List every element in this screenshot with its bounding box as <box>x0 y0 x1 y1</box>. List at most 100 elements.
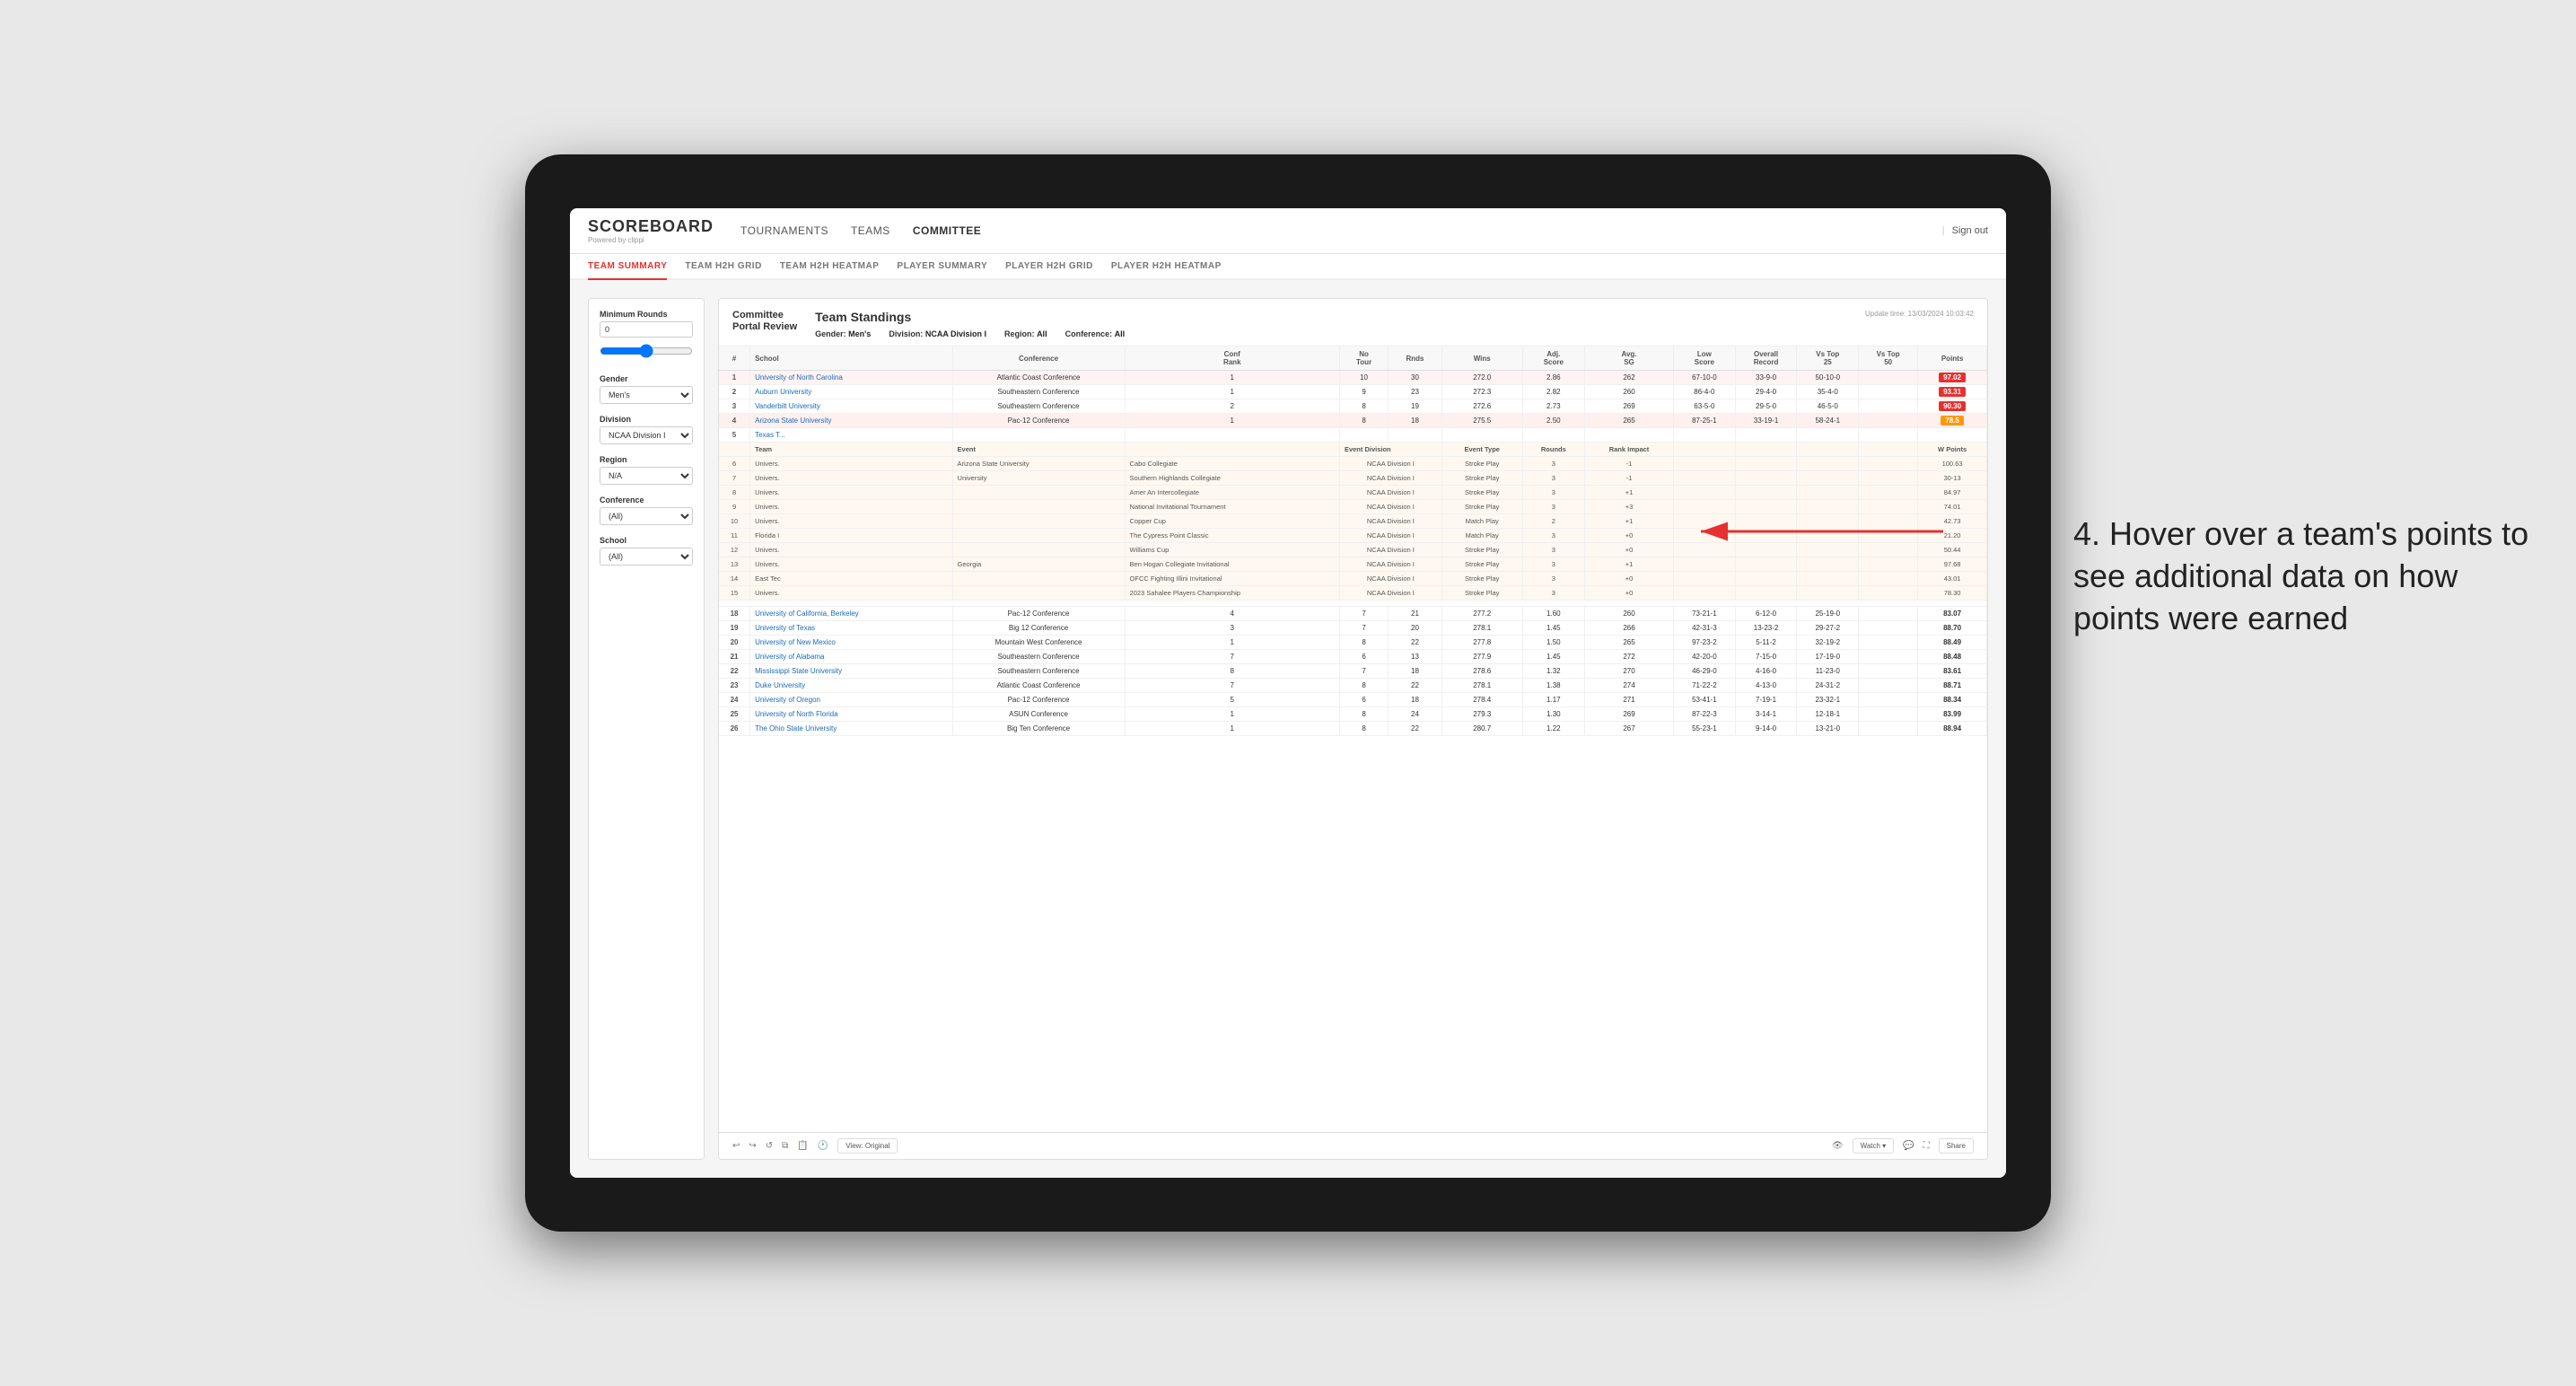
logo-area: SCOREBOARD Powered by clippi <box>588 217 714 244</box>
avg-sg-cell: 262 <box>1584 371 1673 385</box>
col-low-score: LowScore <box>1674 346 1736 371</box>
col-conference: Conference <box>952 346 1125 371</box>
school-select[interactable]: (All) <box>600 548 693 566</box>
sub-row[interactable]: 13 Univers. Georgia Ben Hogan Collegiate… <box>719 557 1987 572</box>
sub-nav-team-summary[interactable]: TEAM SUMMARY <box>588 254 667 280</box>
clock-icon[interactable]: 🕐 <box>818 1141 828 1151</box>
table-row[interactable]: 19 University of Texas Big 12 Conference… <box>719 621 1987 636</box>
table-row[interactable]: 1 University of North Carolina Atlantic … <box>719 371 1987 385</box>
view-original-button[interactable]: View: Original <box>837 1138 898 1154</box>
sub-nav-team-h2h-heatmap[interactable]: TEAM H2H HEATMAP <box>780 254 880 280</box>
table-row[interactable]: 20 University of New Mexico Mountain Wes… <box>719 636 1987 650</box>
content-area: Minimum Rounds Gender Men's Division NC <box>570 280 2006 1178</box>
gender-filter-label: Gender: <box>815 329 846 338</box>
region-label: Region <box>600 455 693 464</box>
view-original-label: View: Original <box>846 1142 889 1150</box>
table-row[interactable]: 25 University of North Florida ASUN Conf… <box>719 707 1987 722</box>
table-row[interactable]: 21 University of Alabama Southeastern Co… <box>719 650 1987 664</box>
table-row[interactable]: 24 University of Oregon Pac-12 Conferenc… <box>719 693 1987 707</box>
sign-out-button[interactable]: Sign out <box>1952 225 1988 236</box>
copy-icon[interactable]: ⧉ <box>782 1141 788 1151</box>
eye-icon[interactable]: 👁 <box>1832 1141 1844 1151</box>
nav-committee[interactable]: COMMITTEE <box>913 221 982 241</box>
gender-select[interactable]: Men's <box>600 386 693 404</box>
app-screen: SCOREBOARD Powered by clippi TOURNAMENTS… <box>570 208 2006 1178</box>
region-filter-value: All <box>1037 329 1047 338</box>
fullscreen-icon[interactable]: ⛶ <box>1923 1141 1930 1151</box>
gender-label: Gender <box>600 374 693 383</box>
report-title-row: Committee Portal Review Team Standings G… <box>732 310 1974 338</box>
table-header-row: # School Conference ConfRank NoTour Rnds… <box>719 346 1987 371</box>
data-table: # School Conference ConfRank NoTour Rnds… <box>719 346 1987 1132</box>
table-row[interactable]: 22 Mississippi State University Southeas… <box>719 664 1987 679</box>
sub-nav-team-h2h-grid[interactable]: TEAM H2H GRID <box>685 254 761 280</box>
redo-icon[interactable]: ↪ <box>749 1141 756 1151</box>
conference-section: Conference (All) <box>600 496 693 525</box>
share-button[interactable]: Share <box>1939 1138 1974 1154</box>
update-time: Update time: 13/03/2024 10:03:42 <box>1865 310 1974 318</box>
no-tour-cell: 10 <box>1339 371 1388 385</box>
school-section: School (All) <box>600 536 693 566</box>
sub-row[interactable]: 8 Univers. Amer An Intercollegiate NCAA … <box>719 486 1987 500</box>
nav-teams[interactable]: TEAMS <box>851 221 890 241</box>
col-no-tour: NoTour <box>1339 346 1388 371</box>
logo-text: SCOREBOARD <box>588 217 714 236</box>
app-header: SCOREBOARD Powered by clippi TOURNAMENTS… <box>570 208 2006 254</box>
points-cell[interactable]: 97.02 <box>1918 371 1987 385</box>
sub-row[interactable]: 15 Univers. 2023 Sahalee Players Champio… <box>719 586 1987 601</box>
school-label: School <box>600 536 693 545</box>
sub-row[interactable]: 6 Univers. Arizona State University Cabo… <box>719 457 1987 471</box>
col-rnds: Rnds <box>1389 346 1442 371</box>
sub-nav-player-summary[interactable]: PLAYER SUMMARY <box>897 254 987 280</box>
min-rounds-slider[interactable] <box>600 340 693 362</box>
col-wins: Wins <box>1441 346 1522 371</box>
header-right: | Sign out <box>1938 225 1988 236</box>
conference-filter-value: All <box>1115 329 1126 338</box>
col-school: School <box>750 346 952 371</box>
comment-icon[interactable]: 💬 <box>1903 1141 1914 1151</box>
col-conf-rank: ConfRank <box>1125 346 1339 371</box>
standings-center: Team Standings Gender: Men's Division: N… <box>797 310 1865 338</box>
conference-filter-label: Conference: <box>1065 329 1113 338</box>
refresh-icon[interactable]: ↺ <box>766 1141 773 1151</box>
table-row[interactable]: 18 University of California, Berkeley Pa… <box>719 607 1987 621</box>
sub-row[interactable]: 11 Florida I The Cypress Point Classic N… <box>719 529 1987 543</box>
table-row[interactable]: 2 Auburn University Southeastern Confere… <box>719 385 1987 399</box>
sub-row[interactable]: 14 East Tec OFCC Fighting Illini Invitat… <box>719 572 1987 586</box>
table-row[interactable]: 3 Vanderbilt University Southeastern Con… <box>719 399 1987 414</box>
watch-button[interactable]: Watch ▾ <box>1853 1138 1895 1154</box>
vs-top50-cell <box>1859 371 1918 385</box>
table-row[interactable]: 23 Duke University Atlantic Coast Confer… <box>719 679 1987 693</box>
sub-row[interactable]: 10 Univers. Copper Cup NCAA Division I M… <box>719 514 1987 529</box>
nav-tournaments[interactable]: TOURNAMENTS <box>740 221 828 241</box>
min-rounds-input[interactable] <box>600 321 693 338</box>
table-row[interactable]: 26 The Ohio State University Big Ten Con… <box>719 722 1987 736</box>
region-select[interactable]: N/A <box>600 467 693 485</box>
table-row-arizona-state[interactable]: 4 Arizona State University Pac-12 Confer… <box>719 414 1987 428</box>
paste-icon[interactable]: 📋 <box>797 1141 808 1151</box>
sub-row-header: Team Event Event Division Event Type Rou… <box>719 443 1987 457</box>
conference-select[interactable]: (All) <box>600 507 693 525</box>
sub-row[interactable]: 12 Univers. Williams Cup NCAA Division I… <box>719 543 1987 557</box>
division-select[interactable]: NCAA Division I <box>600 426 693 444</box>
undo-icon[interactable]: ↩ <box>732 1141 740 1151</box>
sub-nav-player-h2h-heatmap[interactable]: PLAYER H2H HEATMAP <box>1111 254 1222 280</box>
main-panel: Minimum Rounds Gender Men's Division NC <box>570 280 2006 1178</box>
report-left-header: Committee Portal Review <box>732 310 797 333</box>
standings-table: # School Conference ConfRank NoTour Rnds… <box>719 346 1987 736</box>
sub-row[interactable]: 7 Univers. University Southern Highlands… <box>719 471 1987 486</box>
main-nav: TOURNAMENTS TEAMS COMMITTEE <box>740 221 1911 241</box>
col-points: Points <box>1918 346 1987 371</box>
low-score-cell: 67-10-0 <box>1674 371 1736 385</box>
col-vs-top50: Vs Top50 <box>1859 346 1918 371</box>
tablet-device: SCOREBOARD Powered by clippi TOURNAMENTS… <box>525 154 2051 1232</box>
conf-rank-cell: 1 <box>1125 371 1339 385</box>
division-label: Division <box>600 415 693 424</box>
sub-row[interactable]: 9 Univers. National Invitational Tournam… <box>719 500 1987 514</box>
gender-filter-value: Men's <box>848 329 871 338</box>
vs-top25-cell: 50-10-0 <box>1797 371 1859 385</box>
division-filter-label: Division: <box>889 329 923 338</box>
filter-display-row: Gender: Men's Division: NCAA Division I … <box>815 329 1865 338</box>
sub-nav: TEAM SUMMARY TEAM H2H GRID TEAM H2H HEAT… <box>570 254 2006 280</box>
sub-nav-player-h2h-grid[interactable]: PLAYER H2H GRID <box>1005 254 1093 280</box>
